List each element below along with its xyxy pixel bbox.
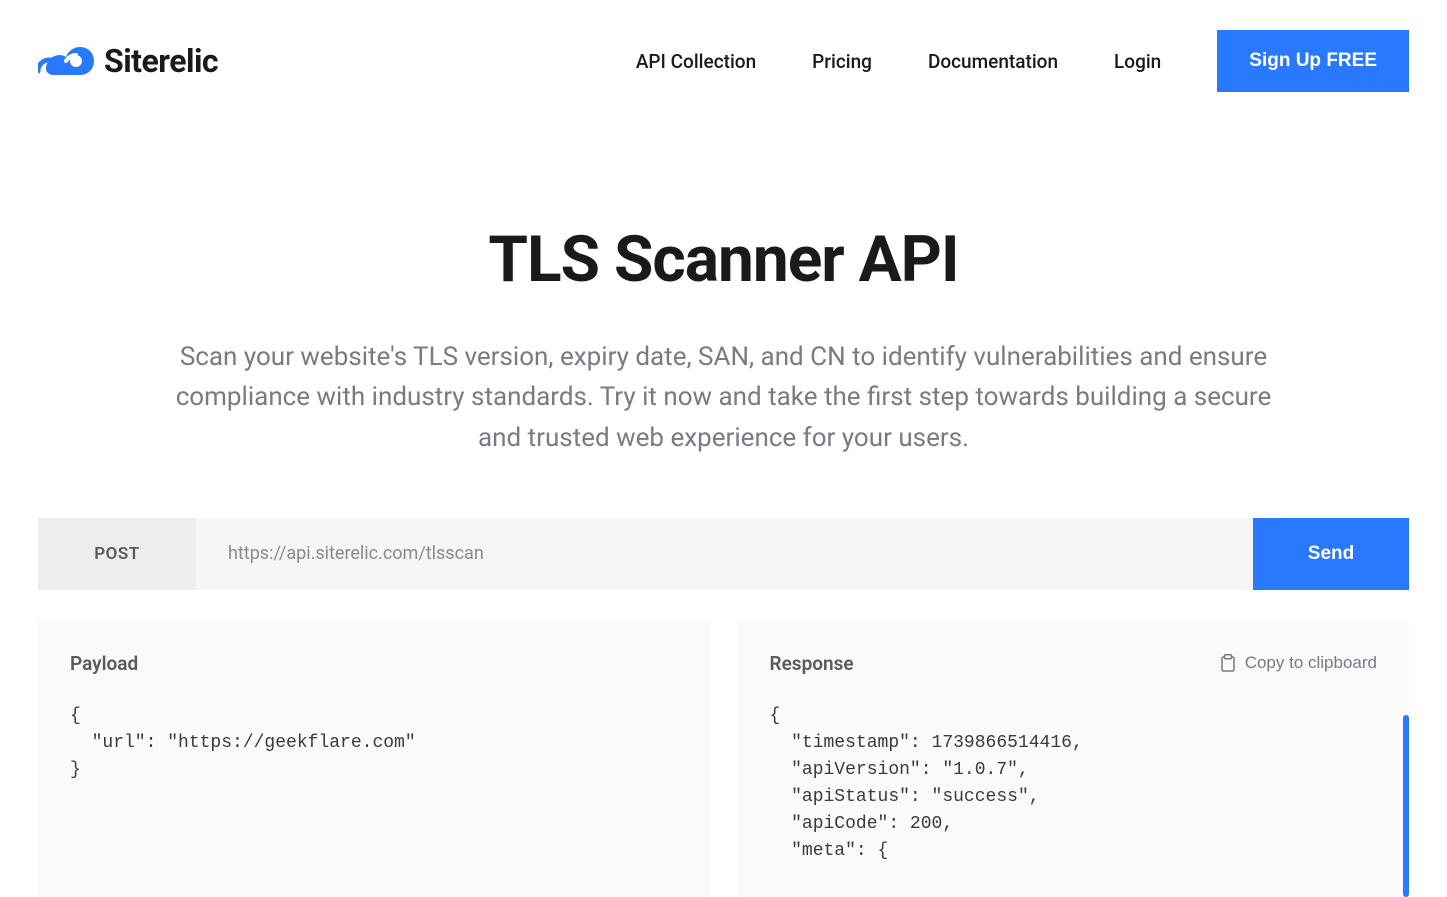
main-content: TLS Scanner API Scan your website's TLS … [0,122,1447,897]
payload-code[interactable]: { "url": "https://geekflare.com" } [70,703,678,784]
nav-documentation[interactable]: Documentation [928,50,1058,73]
response-header: Response Copy to clipboard [770,652,1378,675]
page-title: TLS Scanner API [38,222,1409,297]
response-label: Response [770,652,854,675]
response-code[interactable]: { "timestamp": 1739866514416, "apiVersio… [770,703,1378,865]
copy-clipboard-button[interactable]: Copy to clipboard [1219,653,1377,673]
http-method: POST [38,518,196,590]
payload-header: Payload [70,652,678,675]
request-url: https://api.siterelic.com/tlsscan [196,518,1253,590]
panels-container: Payload { "url": "https://geekflare.com"… [38,620,1409,897]
clipboard-icon [1219,654,1235,672]
payload-label: Payload [70,652,138,675]
nav-login[interactable]: Login [1114,50,1161,73]
logo-text: Siterelic [104,42,218,80]
main-nav: API Collection Pricing Documentation Log… [636,30,1409,92]
nav-pricing[interactable]: Pricing [812,50,872,73]
page-subtitle: Scan your website's TLS version, expiry … [164,337,1284,458]
send-button[interactable]: Send [1253,518,1409,590]
response-panel: Response Copy to clipboard { "timestamp"… [738,620,1410,897]
logo[interactable]: Siterelic [38,41,218,81]
payload-panel: Payload { "url": "https://geekflare.com"… [38,620,710,897]
copy-label: Copy to clipboard [1245,653,1377,673]
signup-button[interactable]: Sign Up FREE [1217,30,1409,92]
site-header: Siterelic API Collection Pricing Documen… [0,0,1447,122]
request-bar: POST https://api.siterelic.com/tlsscan S… [38,518,1409,590]
nav-api-collection[interactable]: API Collection [636,50,756,73]
logo-icon [38,41,94,81]
